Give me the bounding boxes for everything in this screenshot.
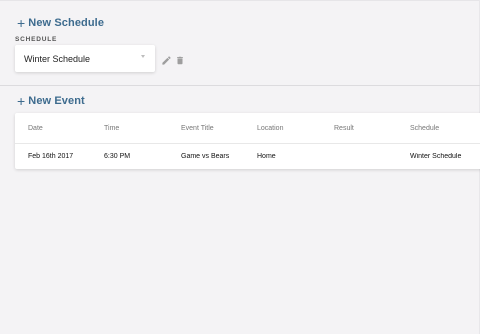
table-row[interactable]: Feb 16th 2017 6:30 PM Game vs Bears Home… <box>15 144 480 169</box>
cell-event-title: Game vs Bears <box>181 153 230 160</box>
events-table: Date Time Event Title Location Result Sc… <box>15 113 480 169</box>
new-event-button[interactable]: + New Event <box>17 94 85 108</box>
column-header-date[interactable]: Date <box>28 113 98 143</box>
plus-icon: + <box>17 15 26 31</box>
new-schedule-label: New Schedule <box>28 17 105 29</box>
cell-date: Feb 16th 2017 <box>28 153 74 160</box>
column-header-result[interactable]: Result <box>334 113 404 143</box>
schedule-select-value: Winter Schedule <box>24 53 91 64</box>
column-header-event-title[interactable]: Event Title <box>181 113 251 143</box>
cell-schedule-text: Winter Schedule <box>410 153 462 160</box>
plus-icon: + <box>17 93 26 109</box>
new-event-label: New Event <box>28 95 85 107</box>
column-header-schedule[interactable]: Schedule <box>410 113 468 143</box>
cell-location: Home <box>257 153 276 160</box>
column-header-location[interactable]: Location <box>257 113 327 143</box>
table-header: Date Time Event Title Location Result Sc… <box>15 113 480 144</box>
cell-time: 6:30 PM <box>104 153 131 160</box>
chevron-down-icon <box>141 55 145 58</box>
cell-schedule: Winter Schedule <box>410 144 468 169</box>
trash-icon[interactable] <box>175 53 185 71</box>
section-divider <box>0 85 480 86</box>
top-border <box>0 0 480 1</box>
schedule-field-label: SCHEDULE <box>15 36 58 43</box>
column-header-time[interactable]: Time <box>104 113 174 143</box>
cell-result <box>334 144 404 169</box>
pencil-icon[interactable] <box>161 53 172 71</box>
schedule-select[interactable]: Winter Schedule <box>15 45 155 72</box>
new-schedule-button[interactable]: + New Schedule <box>17 16 104 30</box>
